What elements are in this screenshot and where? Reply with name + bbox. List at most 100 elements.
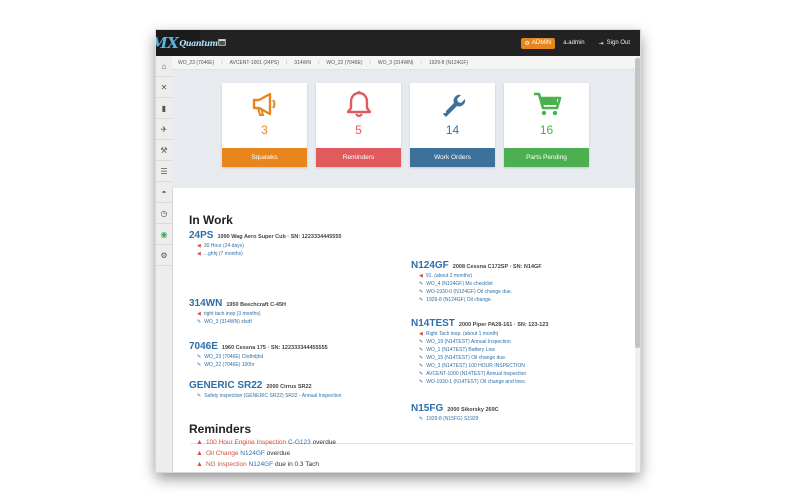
squawk-item[interactable]: ◀ Right Tach inop. (about 1 month) bbox=[419, 331, 548, 337]
work-order-item[interactable]: ✎ WO_1 (N14TEST) Battery Low bbox=[419, 347, 548, 353]
sign-out-icon: ⇥ bbox=[598, 40, 604, 47]
work-order-item[interactable]: ✎ AVCENT-1000 (N14TEST) Annual Inspection bbox=[419, 371, 548, 377]
sidebar-close[interactable]: ✕ bbox=[156, 77, 172, 98]
wrench-icon: ✎ bbox=[419, 347, 424, 353]
work-order-item[interactable]: ✎ WO_15 (N14TEST) Oil change due. bbox=[419, 355, 548, 361]
work-order-item[interactable]: ✎ WO_3 (314WN) sfsdf bbox=[197, 319, 286, 325]
breadcrumb-item[interactable]: 1929-8 (N124GF) bbox=[429, 60, 468, 66]
wrench-icon: ⚒ bbox=[160, 145, 168, 155]
breadcrumb-separator: / bbox=[369, 59, 371, 66]
work-order-text: WO_22 (7046E) 100hr bbox=[204, 362, 255, 368]
reminder-aircraft[interactable]: N124GF bbox=[249, 461, 274, 468]
reminder-name[interactable]: Oil Change bbox=[206, 450, 239, 457]
aircraft-card: N15FG 2000 Sikorsky 269C ✎ 1929-8 (N15FG) … bbox=[411, 403, 499, 422]
book-icon: ▮ bbox=[161, 103, 167, 113]
sidebar: ⌂ ✕ ▮ ✈ ⚒ ☰ ◓ ◷ ◉ ⚙ bbox=[156, 56, 173, 472]
reminder-aircraft[interactable]: N124GF bbox=[240, 450, 265, 457]
wrench-icon: ✎ bbox=[197, 362, 202, 368]
reminder-aircraft[interactable]: C-G123 bbox=[288, 439, 311, 446]
squawk-item[interactable]: ◀ 30 Hour (24 days) bbox=[197, 243, 341, 249]
app-logo[interactable]: QMXQuantum bbox=[156, 30, 218, 56]
wrench-icon: ✎ bbox=[419, 355, 424, 361]
work-order-item[interactable]: ✎ WO_23 (7046E) Chdhdjhd bbox=[197, 354, 328, 360]
aircraft-registration[interactable]: GENERIC SR22 bbox=[189, 380, 262, 391]
aircraft-description: 2000 Sikorsky 269C bbox=[447, 407, 499, 413]
work-order-item[interactable]: ✎ 1929-8 (N124GF) Oil change. bbox=[419, 297, 542, 303]
work-orders-tile[interactable]: 14 Work Orders bbox=[410, 83, 495, 167]
gauge-icon: ◓ bbox=[161, 187, 167, 197]
sidebar-workorders[interactable]: ⚒ bbox=[156, 140, 172, 161]
calendar-icon[interactable] bbox=[218, 38, 226, 48]
gear-icon: ⚙ bbox=[524, 40, 530, 47]
breadcrumb-item[interactable]: WO_22 (7046E) bbox=[326, 60, 362, 66]
aircraft-registration[interactable]: N124GF bbox=[411, 260, 449, 271]
username: a.admin bbox=[563, 40, 585, 46]
sidebar-settings[interactable]: ⚙ bbox=[156, 245, 172, 266]
sidebar-home[interactable]: ⌂ bbox=[156, 56, 172, 77]
aircraft-registration[interactable]: 314WN bbox=[189, 298, 222, 309]
sidebar-list[interactable]: ☰ bbox=[156, 161, 172, 182]
aircraft-registration[interactable]: 24PS bbox=[189, 230, 213, 241]
breadcrumb-separator: / bbox=[221, 59, 223, 66]
squawk-item[interactable]: ◀ right tach inop (3 months) bbox=[197, 311, 286, 317]
sidebar-gauge[interactable]: ◓ bbox=[156, 182, 172, 203]
megaphone-icon: ◀ bbox=[197, 311, 201, 317]
plane-icon: ✈ bbox=[160, 124, 168, 134]
vertical-scrollbar[interactable] bbox=[635, 56, 640, 472]
sidebar-aircraft[interactable]: ✈ bbox=[156, 119, 172, 140]
breadcrumb-item[interactable]: WO_23 (7046E) bbox=[178, 60, 214, 66]
work-order-text: WO_23 (7046E) Chdhdjhd bbox=[204, 354, 264, 360]
work-orders-count: 14 bbox=[445, 123, 460, 137]
scrollbar-thumb[interactable] bbox=[635, 58, 640, 348]
sidebar-eye[interactable]: ◉ bbox=[156, 224, 172, 245]
reminder-item[interactable]: ▲ NG inspection N124GF due in 0.3 Tach bbox=[196, 461, 319, 468]
work-order-text: Safety inspection (GENERIC SR22) SR22 - … bbox=[204, 393, 342, 399]
work-orders-label: Work Orders bbox=[410, 148, 495, 167]
sidebar-book[interactable]: ▮ bbox=[156, 98, 172, 119]
admin-badge[interactable]: ⚙ ADMIN bbox=[520, 37, 556, 49]
aircraft-registration[interactable]: 7046E bbox=[189, 341, 218, 352]
squawk-item[interactable]: ◀ 91. (about 2 months) bbox=[419, 273, 542, 279]
squawk-item[interactable]: ◀ ...ghhj (7 months) bbox=[197, 251, 341, 257]
wrench-icon: ✎ bbox=[197, 354, 202, 360]
reminder-item[interactable]: ▲ 100 Hour Engine Inspection C-G123 over… bbox=[196, 439, 336, 446]
aircraft-description: 2008 Cessna C172SP · SN: N14GF bbox=[452, 264, 542, 270]
warning-icon: ▲ bbox=[196, 461, 203, 468]
wrench-icon: ✎ bbox=[419, 371, 424, 377]
warning-icon: ▲ bbox=[196, 450, 203, 457]
reminder-name[interactable]: NG inspection bbox=[206, 461, 247, 468]
wrench-icon: ✎ bbox=[419, 379, 424, 385]
parts-pending-tile[interactable]: 16 Parts Pending bbox=[504, 83, 589, 167]
wrench-icon: ✎ bbox=[197, 393, 202, 399]
squawks-count: 3 bbox=[261, 123, 268, 137]
work-order-item[interactable]: ✎ WO_4 (N124GF) Mx checklist bbox=[419, 281, 542, 287]
work-order-item[interactable]: ✎ WO_19 (N14TEST) Annual Inspection bbox=[419, 339, 548, 345]
work-order-text: 1929-8 (N124GF) Oil change. bbox=[426, 297, 493, 303]
breadcrumb-item[interactable]: AVCENT-1001 (24PS) bbox=[230, 60, 279, 66]
sidebar-clock[interactable]: ◷ bbox=[156, 203, 172, 224]
bell-icon bbox=[316, 89, 401, 119]
reminder-name[interactable]: 100 Hour Engine Inspection bbox=[206, 439, 286, 446]
aircraft-registration[interactable]: N15FG bbox=[411, 403, 443, 414]
squawk-text: 30 Hour (24 days) bbox=[203, 243, 244, 249]
breadcrumb-item[interactable]: WO_3 (314WN) bbox=[378, 60, 414, 66]
squawk-text: 91. (about 2 months) bbox=[425, 273, 472, 279]
squawks-tile[interactable]: 3 Squawks bbox=[222, 83, 307, 167]
breadcrumb-item[interactable]: 314WN bbox=[294, 60, 311, 66]
reminder-item[interactable]: ▲ Oil Change N124GF overdue bbox=[196, 450, 290, 457]
work-order-item[interactable]: ✎ WO_3 (N14TEST) 100 HOUR INSPECTION bbox=[419, 363, 548, 369]
sign-out-label: Sign Out bbox=[606, 40, 630, 46]
breadcrumb-separator: / bbox=[285, 59, 288, 66]
reminders-label: Reminders bbox=[316, 148, 401, 167]
work-order-item[interactable]: ✎ 1929-8 (N15FG) S1929 bbox=[419, 416, 499, 422]
squawk-text: Right Tach inop. (about 1 month) bbox=[425, 331, 499, 337]
work-order-item[interactable]: ✎ Safety inspection (GENERIC SR22) SR22 -… bbox=[197, 393, 342, 399]
work-order-item[interactable]: ✎ WO-1930-1 (N14TEST) Oil change and tire… bbox=[419, 379, 548, 385]
aircraft-registration[interactable]: N14TEST bbox=[411, 318, 455, 329]
work-order-text: WO_3 (314WN) sfsdf bbox=[204, 319, 252, 325]
sign-out-button[interactable]: ⇥ Sign Out bbox=[599, 40, 630, 47]
work-order-item[interactable]: ✎ WO_22 (7046E) 100hr bbox=[197, 362, 328, 368]
reminders-tile[interactable]: 5 Reminders bbox=[316, 83, 401, 167]
wrench-icon: ✎ bbox=[419, 297, 424, 303]
work-order-item[interactable]: ✎ WO-1930-0 (N124GF) Oil change due. bbox=[419, 289, 542, 295]
